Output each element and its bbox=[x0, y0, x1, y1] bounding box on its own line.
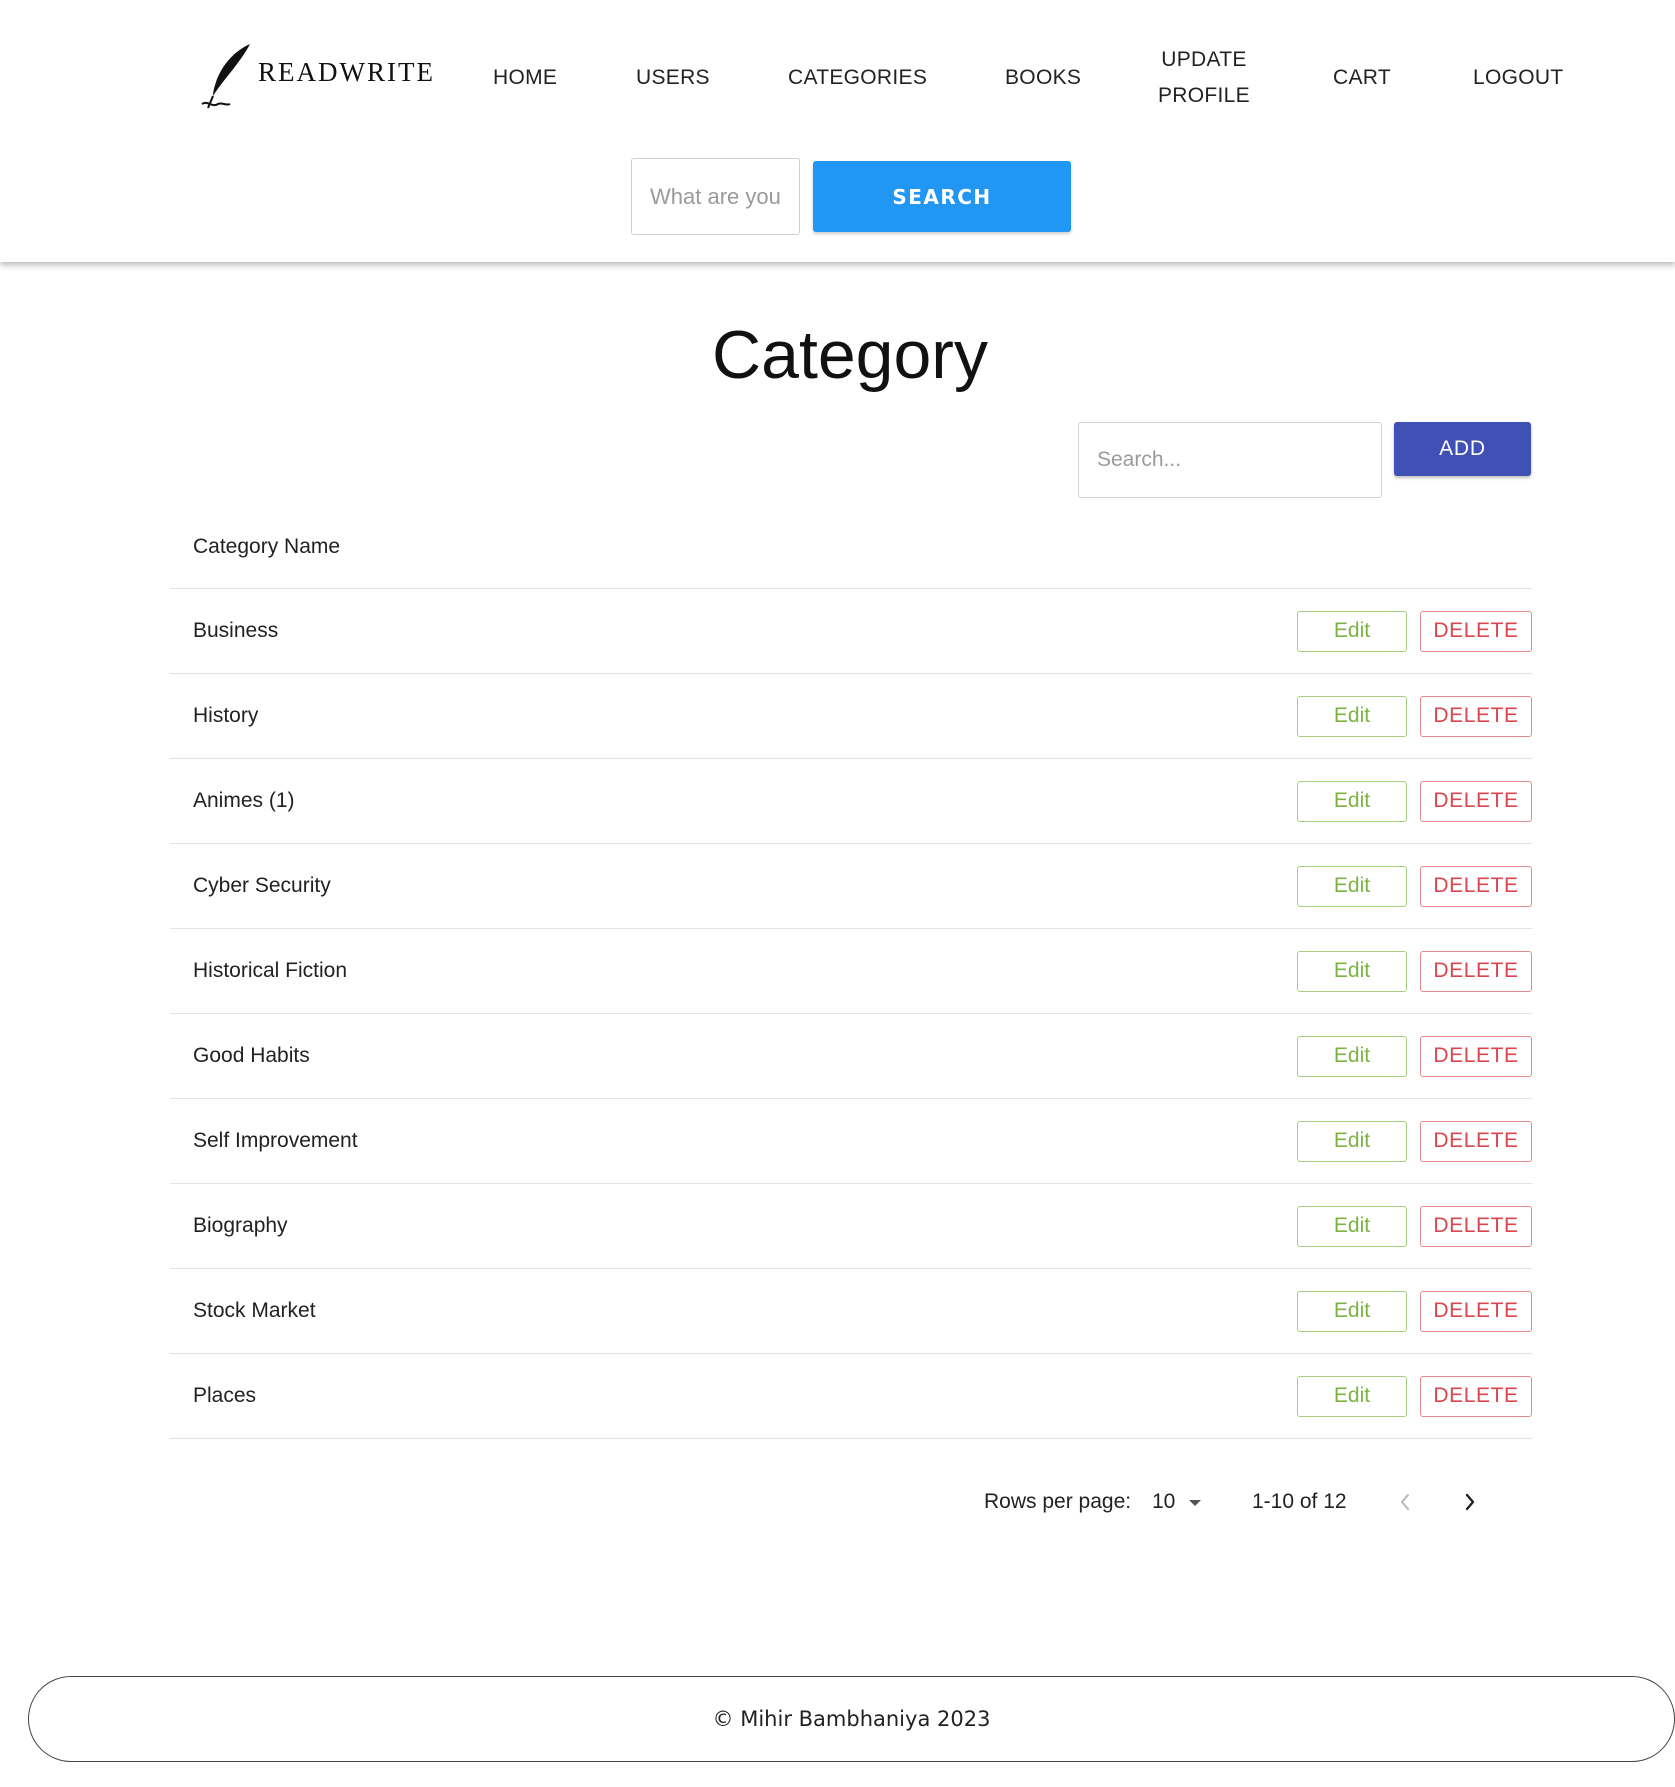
table-row: Historical Fiction Edit DELETE bbox=[170, 929, 1532, 1014]
chevron-right-icon bbox=[1465, 1493, 1475, 1511]
category-name-cell: Good Habits bbox=[193, 1044, 310, 1067]
row-actions: Edit DELETE bbox=[1297, 1290, 1532, 1332]
nav-update-profile[interactable]: UPDATE PROFILE bbox=[1158, 42, 1250, 114]
edit-button[interactable]: Edit bbox=[1297, 695, 1407, 737]
global-search-input[interactable] bbox=[631, 158, 800, 235]
table-row: Stock Market Edit DELETE bbox=[170, 1269, 1532, 1354]
category-search-input[interactable] bbox=[1078, 422, 1382, 498]
nav-cart[interactable]: CART bbox=[1333, 66, 1391, 90]
delete-button[interactable]: DELETE bbox=[1420, 695, 1532, 737]
nav-users[interactable]: USERS bbox=[636, 66, 710, 90]
edit-button[interactable]: Edit bbox=[1297, 950, 1407, 992]
row-actions: Edit DELETE bbox=[1297, 865, 1532, 907]
edit-button[interactable]: Edit bbox=[1297, 780, 1407, 822]
delete-button[interactable]: DELETE bbox=[1420, 1375, 1532, 1417]
row-actions: Edit DELETE bbox=[1297, 1205, 1532, 1247]
row-actions: Edit DELETE bbox=[1297, 1120, 1532, 1162]
table-row: Good Habits Edit DELETE bbox=[170, 1014, 1532, 1099]
nav-update-profile-line1: UPDATE bbox=[1161, 48, 1247, 71]
delete-button[interactable]: DELETE bbox=[1420, 1035, 1532, 1077]
nav-home[interactable]: HOME bbox=[493, 66, 557, 90]
category-name-cell: Cyber Security bbox=[193, 874, 331, 897]
delete-button[interactable]: DELETE bbox=[1420, 1205, 1532, 1247]
edit-button[interactable]: Edit bbox=[1297, 865, 1407, 907]
delete-button[interactable]: DELETE bbox=[1420, 950, 1532, 992]
edit-button[interactable]: Edit bbox=[1297, 1375, 1407, 1417]
edit-button[interactable]: Edit bbox=[1297, 1205, 1407, 1247]
page: READWRITE HOME USERS CATEGORIES BOOKS UP… bbox=[0, 0, 1675, 1787]
table-row: History Edit DELETE bbox=[170, 674, 1532, 759]
brand-logo[interactable]: READWRITE bbox=[200, 42, 435, 119]
category-table: Category Name Business Edit DELETE History E… bbox=[170, 505, 1532, 1439]
edit-button[interactable]: Edit bbox=[1297, 1035, 1407, 1077]
nav-logout[interactable]: LOGOUT bbox=[1473, 66, 1563, 90]
pagination-range: 1-10 of 12 bbox=[1252, 1490, 1347, 1513]
category-name-cell: Biography bbox=[193, 1214, 288, 1237]
edit-button[interactable]: Edit bbox=[1297, 610, 1407, 652]
row-actions: Edit DELETE bbox=[1297, 950, 1532, 992]
category-name-cell: Business bbox=[193, 619, 279, 642]
global-search-button[interactable]: SEARCH bbox=[813, 161, 1071, 232]
brand-name: READWRITE bbox=[258, 57, 435, 87]
row-actions: Edit DELETE bbox=[1297, 780, 1532, 822]
category-name-cell: Stock Market bbox=[193, 1299, 316, 1322]
nav-update-profile-line2: PROFILE bbox=[1158, 84, 1250, 107]
row-actions: Edit DELETE bbox=[1297, 1035, 1532, 1077]
table-row: Business Edit DELETE bbox=[170, 589, 1532, 674]
nav-categories[interactable]: CATEGORIES bbox=[788, 66, 927, 90]
chevron-left-icon bbox=[1400, 1493, 1410, 1511]
table-body: Business Edit DELETE History Edit DELETE Anime… bbox=[170, 589, 1532, 1439]
category-name-cell: Self Improvement bbox=[193, 1129, 358, 1152]
add-category-button[interactable]: ADD bbox=[1394, 422, 1531, 476]
table-row: Self Improvement Edit DELETE bbox=[170, 1099, 1532, 1184]
site-header: READWRITE HOME USERS CATEGORIES BOOKS UP… bbox=[0, 0, 1675, 262]
row-actions: Edit DELETE bbox=[1297, 610, 1532, 652]
pagination: Rows per page: 10 1-10 of 12 bbox=[0, 1490, 1675, 1520]
quill-pen-icon bbox=[200, 42, 256, 119]
row-actions: Edit DELETE bbox=[1297, 1375, 1532, 1417]
category-name-cell: Historical Fiction bbox=[193, 959, 348, 982]
delete-button[interactable]: DELETE bbox=[1420, 865, 1532, 907]
edit-button[interactable]: Edit bbox=[1297, 1120, 1407, 1162]
delete-button[interactable]: DELETE bbox=[1420, 1290, 1532, 1332]
rows-per-page-label: Rows per page: bbox=[984, 1490, 1132, 1513]
table-row: Biography Edit DELETE bbox=[170, 1184, 1532, 1269]
nav-books[interactable]: BOOKS bbox=[1005, 66, 1081, 90]
category-name-cell: Animes (1) bbox=[193, 789, 295, 812]
caret-down-icon bbox=[1189, 1500, 1202, 1506]
category-name-cell: Places bbox=[193, 1384, 257, 1407]
site-footer: © Mihir Bambhaniya 2023 bbox=[28, 1676, 1675, 1762]
rows-per-page-value: 10 bbox=[1152, 1490, 1176, 1513]
delete-button[interactable]: DELETE bbox=[1420, 780, 1532, 822]
table-row: Places Edit DELETE bbox=[170, 1354, 1532, 1439]
rows-per-page-select[interactable]: 10 bbox=[1152, 1490, 1202, 1514]
category-name-cell: History bbox=[193, 704, 259, 727]
delete-button[interactable]: DELETE bbox=[1420, 610, 1532, 652]
column-header-category-name: Category Name bbox=[193, 534, 341, 558]
table-row: Animes (1) Edit DELETE bbox=[170, 759, 1532, 844]
page-title: Category bbox=[712, 317, 988, 393]
next-page-button[interactable] bbox=[1452, 1484, 1488, 1520]
table-header: Category Name bbox=[170, 505, 1532, 589]
delete-button[interactable]: DELETE bbox=[1420, 1120, 1532, 1162]
edit-button[interactable]: Edit bbox=[1297, 1290, 1407, 1332]
previous-page-button[interactable] bbox=[1387, 1484, 1423, 1520]
row-actions: Edit DELETE bbox=[1297, 695, 1532, 737]
table-row: Cyber Security Edit DELETE bbox=[170, 844, 1532, 929]
footer-copyright: © Mihir Bambhaniya 2023 bbox=[712, 1707, 991, 1731]
